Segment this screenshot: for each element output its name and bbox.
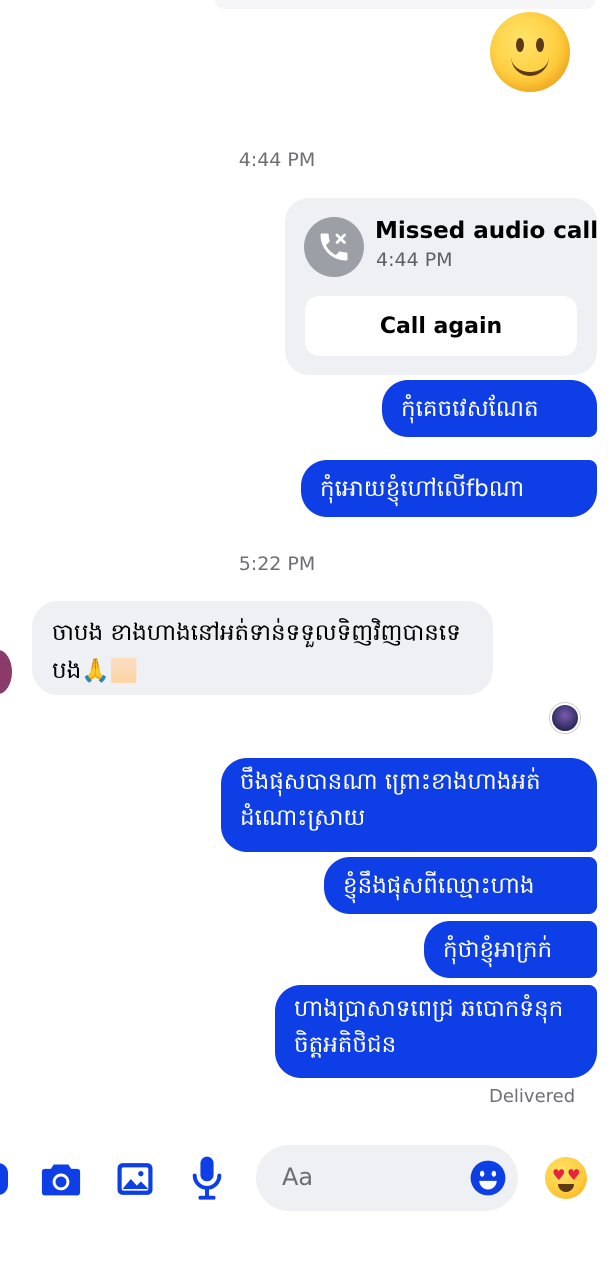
timestamp: 4:44 PM xyxy=(238,149,316,171)
timestamp: 5:22 PM xyxy=(238,553,316,575)
microphone-icon[interactable] xyxy=(185,1153,229,1203)
sent-message[interactable]: ហាងប្រាសាទពេជ្រ ឆបោកទំនុកចិត្តអតិថិជន xyxy=(275,985,597,1078)
sent-message[interactable]: ខ្ញុំនឹងផុសពីឈ្មោះហាង xyxy=(324,857,597,914)
smiley-emoji-icon xyxy=(490,12,570,92)
sent-message[interactable]: ចឹងផុសបានណា ព្រោះខាងហាងអត់ដំណោះស្រាយ xyxy=(221,758,597,852)
call-again-button[interactable]: Call again xyxy=(305,296,577,356)
missed-call-title: Missed audio call xyxy=(375,218,599,244)
image-icon[interactable] xyxy=(112,1156,158,1202)
received-message[interactable]: ចាបង ខាងហាងនៅអត់ទាន់ទទួលទិញវិញបានទេ បង🙏🏻 xyxy=(32,601,493,695)
delivery-status: Delivered xyxy=(489,1086,576,1107)
heart-eyes-emoji-icon[interactable]: ♥ ♥ xyxy=(545,1157,587,1199)
emoji-picker-icon[interactable] xyxy=(467,1157,509,1199)
sent-message[interactable]: កុំថាខ្ញុំអាក្រក់ xyxy=(424,921,597,978)
camera-icon[interactable] xyxy=(38,1156,84,1202)
message-input-placeholder: Aa xyxy=(282,1163,314,1191)
sent-message[interactable]: កុំគេចវេសណែត xyxy=(382,380,597,437)
missed-call-icon xyxy=(304,217,364,277)
contact-avatar[interactable] xyxy=(0,650,12,694)
sent-message[interactable]: កុំអោយខ្ញុំហៅលើfbណា xyxy=(301,460,597,517)
missed-call-time: 4:44 PM xyxy=(376,249,453,271)
previous-message-edge xyxy=(215,0,595,9)
more-actions-button[interactable] xyxy=(0,1163,8,1195)
seen-avatar xyxy=(550,703,580,733)
